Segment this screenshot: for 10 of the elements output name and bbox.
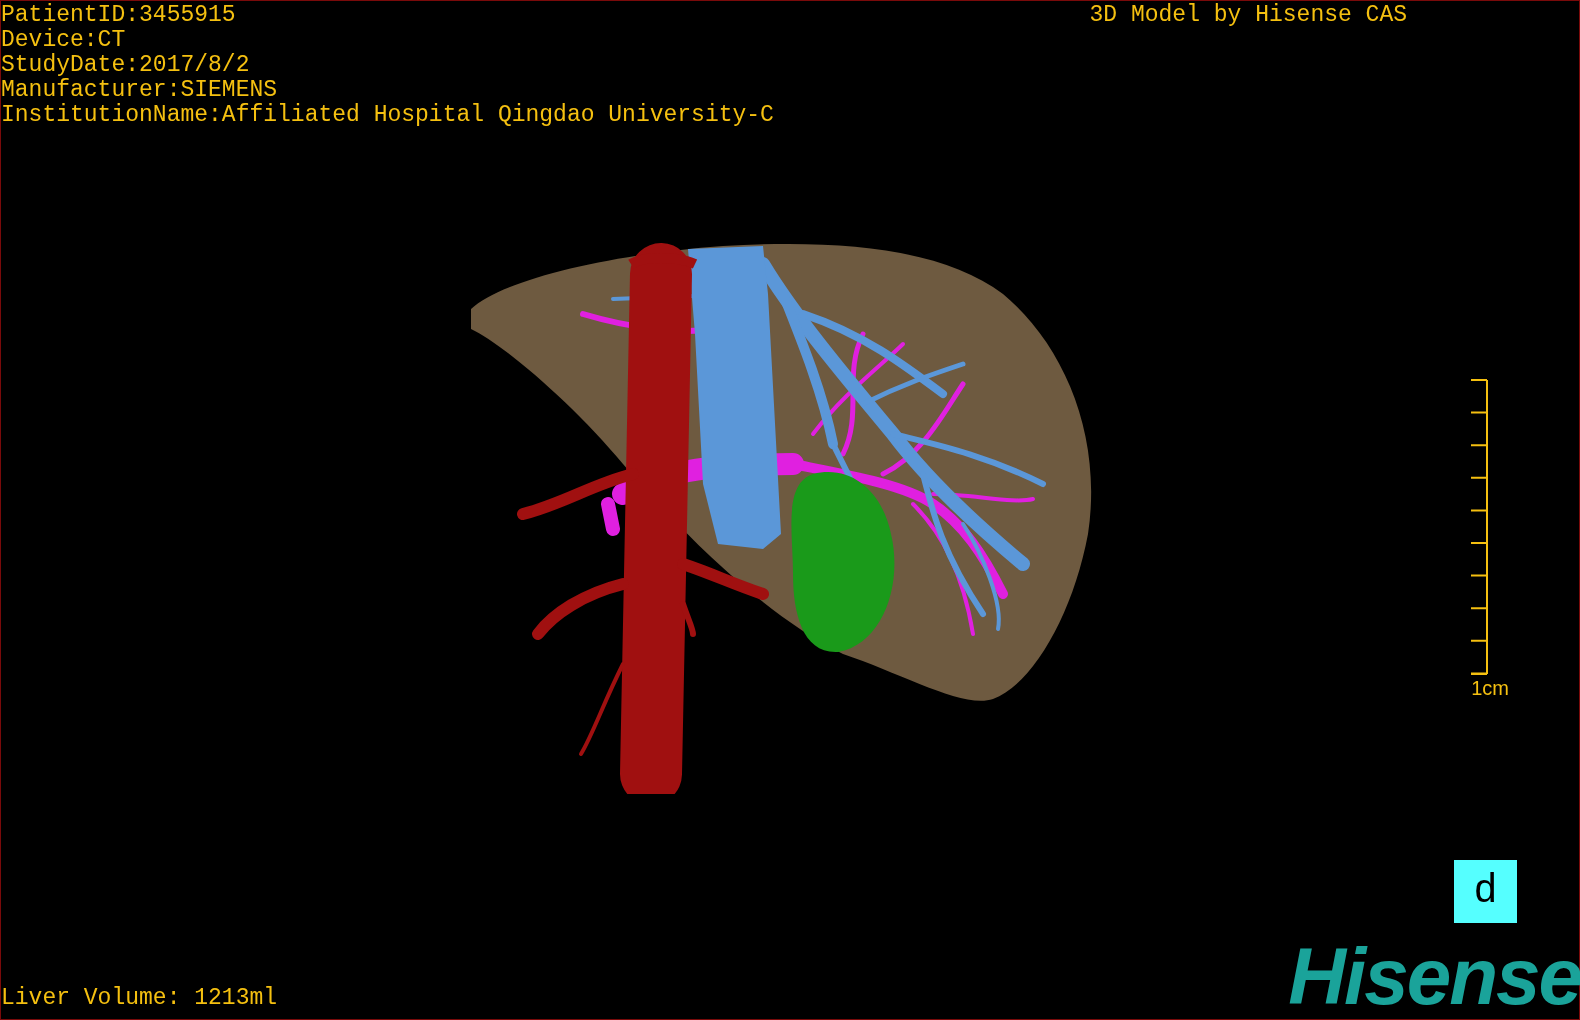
- info-text: Device:CT: [1, 28, 127, 53]
- liver-model-drawing[interactable]: [471, 243, 1092, 794]
- orientation-cube[interactable]: d: [1454, 860, 1517, 923]
- info-text: PatientID:3455915: [1, 3, 237, 28]
- title-text: 3D Model by Hisense CAS: [1089, 1, 1407, 28]
- liver-volume-text: Liver Volume: 1213ml: [1, 986, 278, 1011]
- scale-label: 1cm: [1471, 677, 1509, 699]
- info-text: StudyDate:2017/8/2: [1, 53, 251, 78]
- info-text: Manufacturer:SIEMENS: [1, 78, 279, 103]
- info-text: InstitutionName:Affiliated Hospital Qingdao University-C: [1, 103, 774, 128]
